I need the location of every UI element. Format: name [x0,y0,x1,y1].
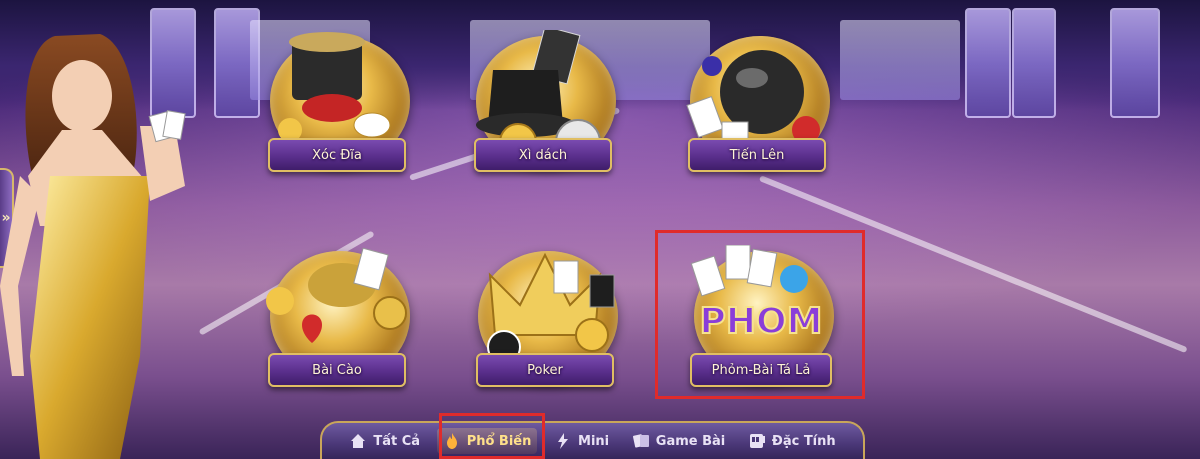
phom-highlight-box [655,230,865,399]
game-name: Xóc Đĩa [312,147,362,163]
slot-machine-icon [748,432,766,450]
game-tile-tien-len[interactable]: Tiến Lên [682,30,832,180]
backdrop-pillar [965,8,1011,118]
game-tile-poker[interactable]: Poker [470,245,620,395]
tab-dac-tinh[interactable]: Đặc Tính [742,428,842,454]
hostess-character-image [0,34,186,459]
game-label-ribbon: Tiến Lên [688,138,826,172]
category-tab-bar: Tất Cả Phổ Biến Mini Game Bài Đặc Tính [320,421,865,459]
backdrop-pillar [1110,8,1160,118]
game-tile-xoc-dia[interactable]: Xóc Đĩa [262,30,412,180]
game-tile-xi-dach[interactable]: Xì dách [468,30,618,180]
tab-tat-ca[interactable]: Tất Cả [343,428,426,454]
pho-bien-highlight-box [439,413,545,459]
tab-mini[interactable]: Mini [548,428,615,454]
backdrop-pillar [1012,8,1056,118]
game-label-ribbon: Bài Cào [268,353,406,387]
game-label-ribbon: Poker [476,353,614,387]
game-label-ribbon: Xì dách [474,138,612,172]
cards-icon [632,432,650,450]
tab-label: Mini [578,433,610,449]
tab-label: Tất Cả [373,433,421,449]
lightning-icon [554,432,572,450]
game-name: Xì dách [518,147,568,163]
home-icon [349,432,367,450]
game-tile-bai-cao[interactable]: Bài Cào [262,245,412,395]
game-name: Poker [527,362,563,378]
backdrop-screen [840,20,960,100]
game-name: Tiến Lên [729,147,785,163]
tab-label: Đặc Tính [771,433,836,449]
game-label-ribbon: Xóc Đĩa [268,138,406,172]
game-name: Bài Cào [312,362,362,378]
tab-game-bai[interactable]: Game Bài [626,428,731,454]
tab-label: Game Bài [655,433,726,449]
